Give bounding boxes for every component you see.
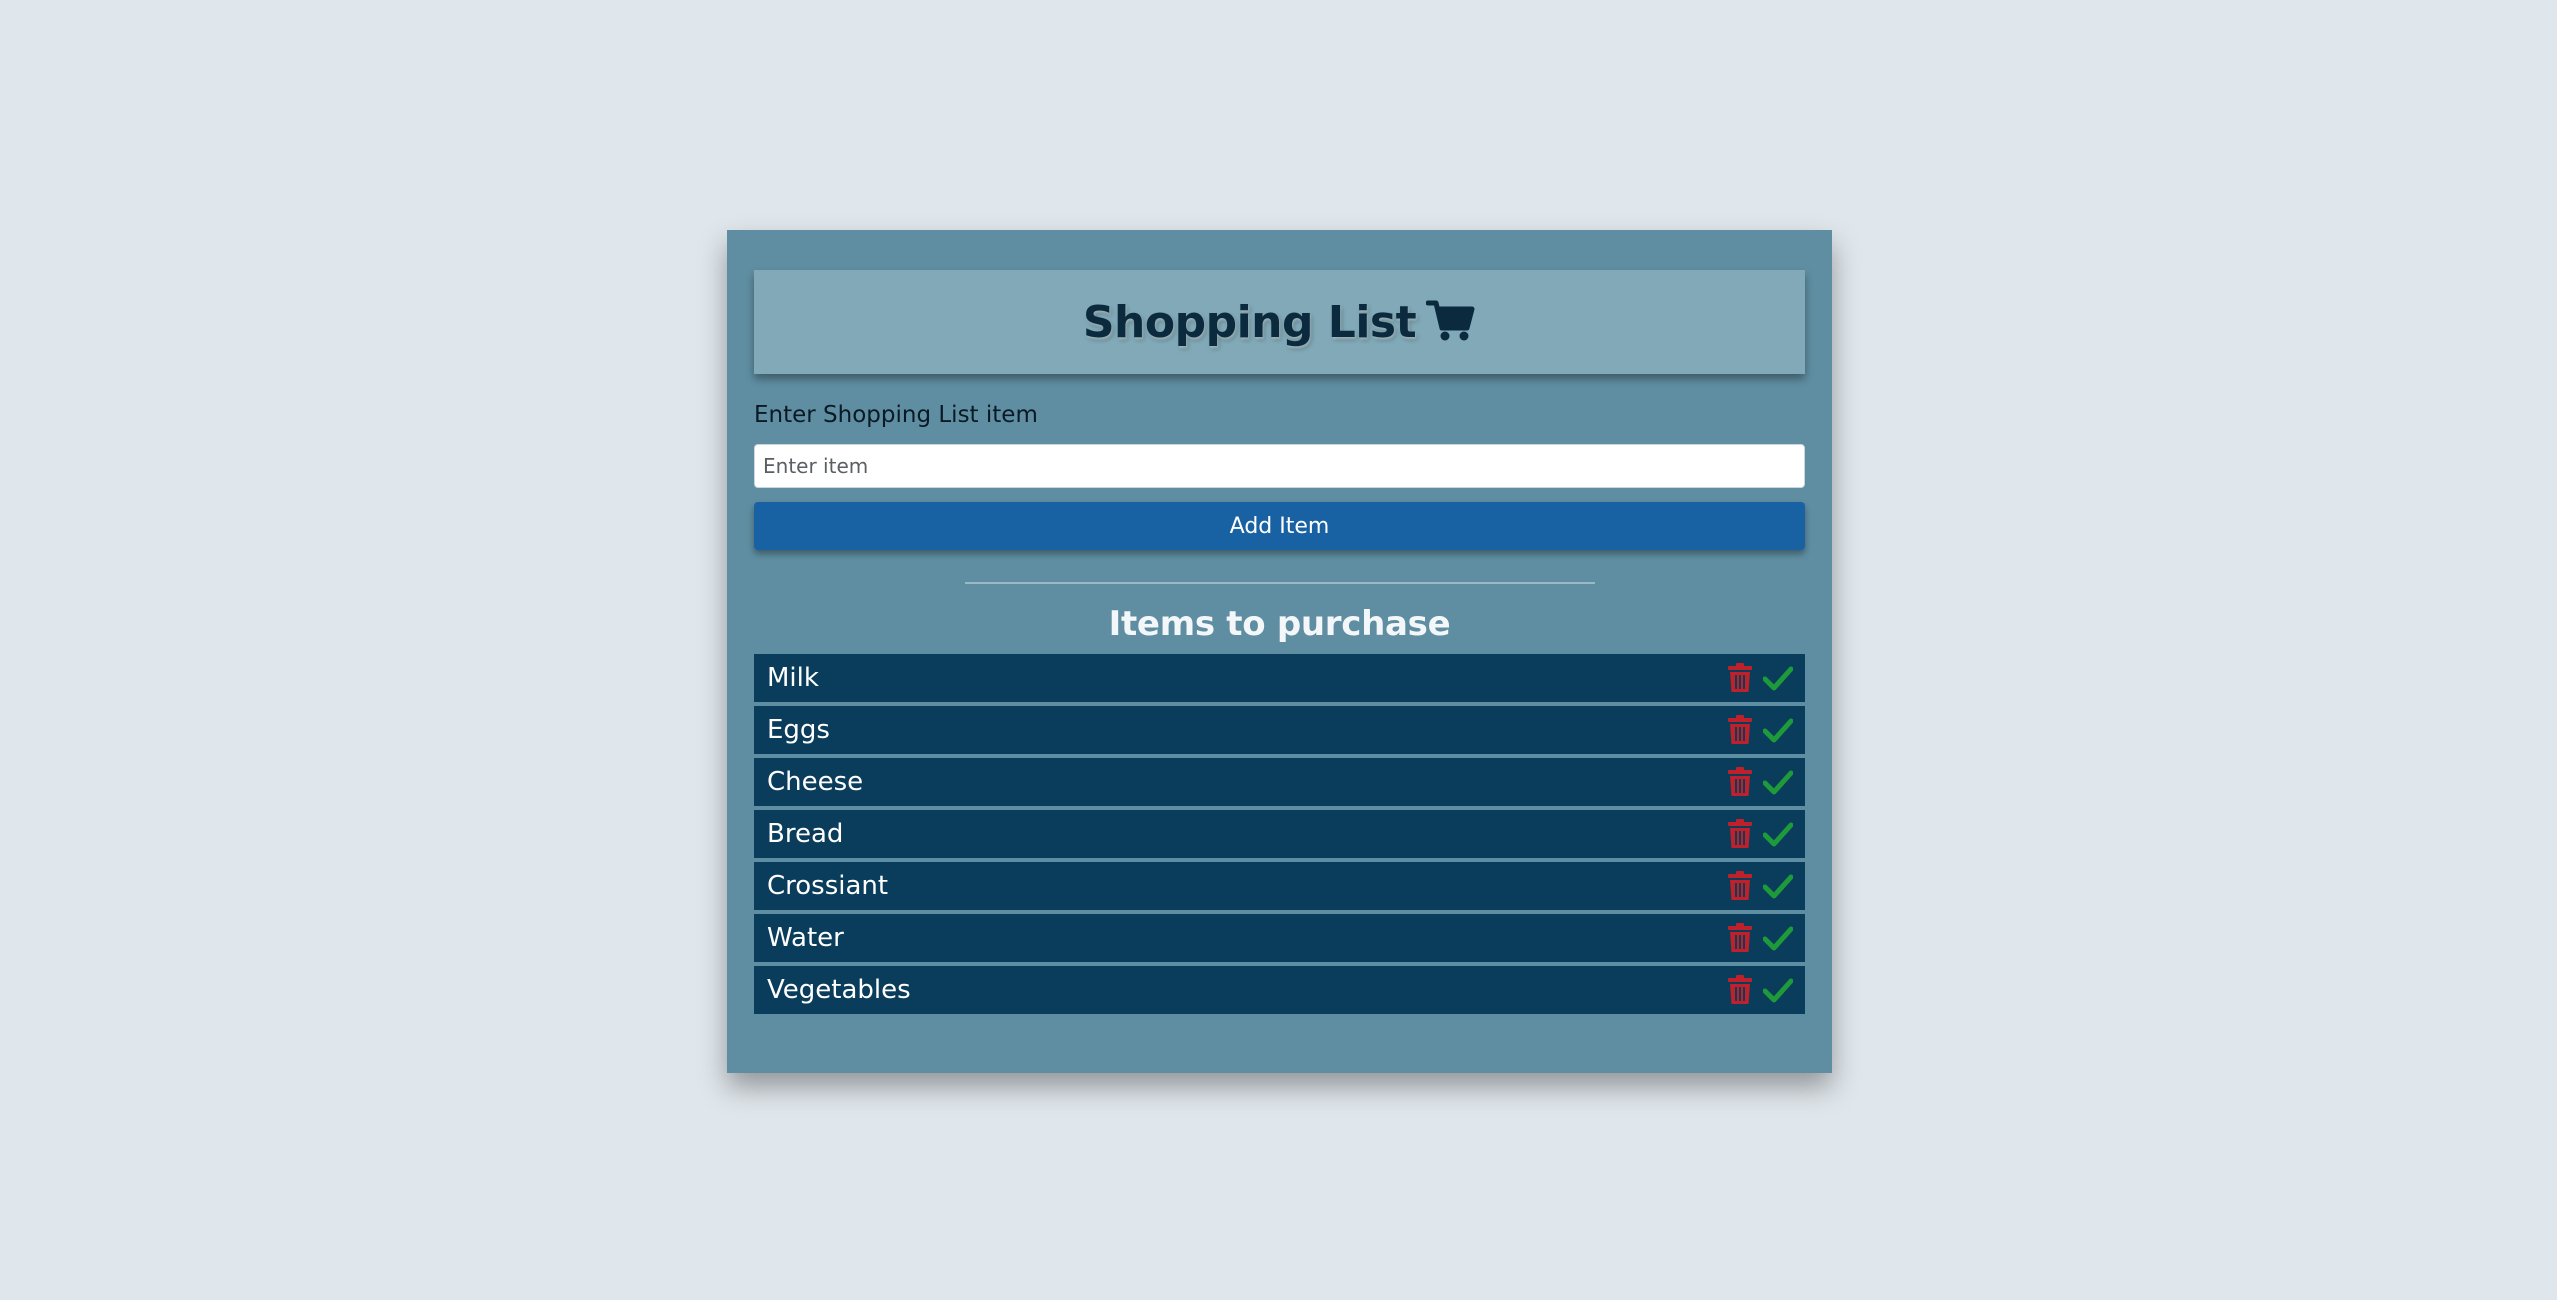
item-label: Cheese [767,767,864,797]
check-icon[interactable] [1762,925,1794,951]
list-item: Eggs [754,706,1805,754]
check-icon[interactable] [1762,769,1794,795]
items-list: Milk Eggs Cheese Bread Crossiant Water V… [754,654,1805,1014]
add-item-button[interactable]: Add Item [754,502,1805,550]
list-item: Crossiant [754,862,1805,910]
page-title: Shopping List [1082,296,1417,348]
list-item: Milk [754,654,1805,702]
list-item: Water [754,914,1805,962]
check-icon[interactable] [1762,821,1794,847]
trash-icon[interactable] [1727,663,1753,693]
check-icon[interactable] [1762,873,1794,899]
item-label: Bread [767,819,844,849]
trash-icon[interactable] [1727,715,1753,745]
item-input-label: Enter Shopping List item [754,402,1038,428]
shopping-list-card: Shopping List Enter Shopping List item A… [727,230,1832,1073]
item-label: Crossiant [767,871,889,901]
divider [964,582,1595,584]
items-section-title: Items to purchase [1108,604,1451,644]
trash-icon[interactable] [1727,767,1753,797]
trash-icon[interactable] [1727,923,1753,953]
item-input[interactable] [754,444,1805,488]
trash-icon[interactable] [1727,975,1753,1005]
header-banner: Shopping List [754,270,1805,374]
item-label: Eggs [767,715,830,745]
item-label: Vegetables [767,975,911,1005]
list-item: Bread [754,810,1805,858]
check-icon[interactable] [1762,665,1794,691]
list-item: Cheese [754,758,1805,806]
trash-icon[interactable] [1727,819,1753,849]
check-icon[interactable] [1762,717,1794,743]
item-label: Milk [767,663,819,693]
check-icon[interactable] [1762,977,1794,1003]
trash-icon[interactable] [1727,871,1753,901]
item-label: Water [767,923,844,953]
shopping-cart-icon [1425,298,1476,344]
list-item: Vegetables [754,966,1805,1014]
